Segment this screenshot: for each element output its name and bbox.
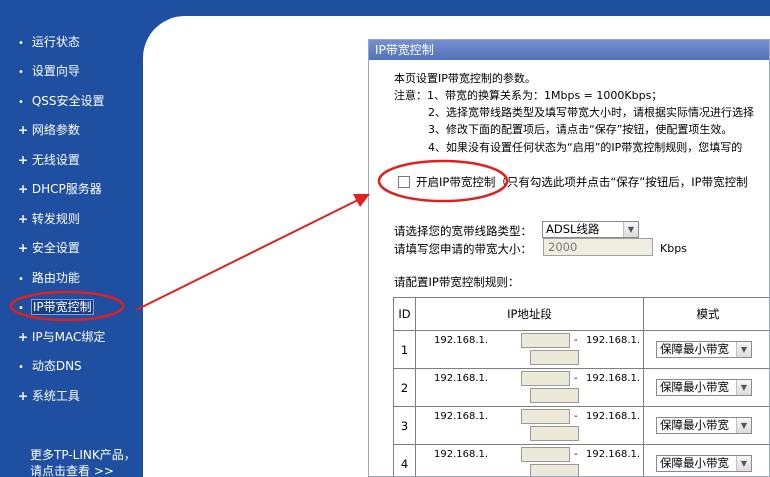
ip-end-prefix: 192.168.1. (586, 449, 641, 460)
ip-dash: - (574, 411, 578, 422)
note-4: 4、如果没有设置任何状态为“启用”的IP带宽控制规则，您填写的 (428, 141, 743, 154)
mode-cell: 保障最小带宽 ▼ (643, 444, 769, 476)
intro-text: 本页设置IP带宽控制的参数。 (394, 72, 536, 85)
ip-start-prefix: 192.168.1. (434, 335, 489, 346)
chevron-down-icon: ▼ (736, 418, 751, 433)
bullet-icon: • (18, 38, 24, 49)
bandwidth-input[interactable]: 2000 (543, 238, 653, 256)
sidebar-item-security[interactable]: + 安全设置 (18, 240, 80, 256)
ip-end-prefix: 192.168.1. (586, 373, 641, 384)
sidebar-item-setup-wizard[interactable]: • 设置向导 (18, 63, 80, 81)
bullet-icon: • (18, 97, 24, 108)
ip-dash: - (574, 335, 578, 346)
bullet-icon: • (18, 274, 24, 285)
row-id: 2 (393, 368, 416, 407)
line-type-label: 请选择您的宽带线路类型： (394, 224, 532, 238)
ip-start-prefix: 192.168.1. (434, 449, 489, 460)
sidebar-item-dhcp[interactable]: + DHCP服务器 (18, 181, 102, 197)
mode-cell: 保障最小带宽 ▼ (643, 368, 769, 407)
ip-start-input[interactable] (521, 409, 570, 424)
plus-icon: + (18, 241, 29, 255)
sidebar-item-status[interactable]: • 运行状态 (18, 34, 80, 52)
plus-icon: + (18, 330, 29, 344)
sidebar-item-system-tools[interactable]: + 系统工具 (18, 388, 80, 404)
bandwidth-label: 请填写您申请的带宽大小： (394, 242, 532, 256)
bullet-icon: • (18, 362, 24, 373)
table-row: 3 192.168.1. - 192.168.1. 保障最小带宽 ▼ (393, 406, 769, 445)
plus-icon: + (18, 182, 29, 196)
chevron-down-icon: ▼ (736, 456, 751, 471)
line-type-select[interactable]: ADSL线路 ▼ (542, 221, 639, 238)
mode-header: 模式 (643, 297, 769, 331)
mode-select[interactable]: 保障最小带宽 ▼ (656, 341, 752, 358)
mode-select[interactable]: 保障最小带宽 ▼ (656, 455, 752, 472)
sidebar-item-ip-bandwidth[interactable]: • IP带宽控制 (18, 299, 94, 317)
chevron-down-icon: ▼ (736, 342, 751, 357)
ip-end-prefix: 192.168.1. (586, 335, 641, 346)
ip-end-input[interactable] (530, 464, 579, 476)
ip-range-cell: 192.168.1. - 192.168.1. (415, 444, 644, 476)
table-header: ID IP地址段 模式 (393, 297, 769, 331)
note-1: 注意：1、带宽的换算关系为：1Mbps = 1000Kbps； (394, 89, 663, 102)
sidebar-item-qss[interactable]: • QSS安全设置 (18, 93, 105, 111)
sidebar-item-routing[interactable]: • 路由功能 (18, 270, 80, 288)
row-id: 4 (393, 444, 416, 476)
ip-range-cell: 192.168.1. - 192.168.1. (415, 330, 644, 369)
ip-start-prefix: 192.168.1. (434, 411, 489, 422)
note-3: 3、修改下面的配置项后，请点击“保存”按钮，使配置项生效。 (428, 123, 733, 136)
table-row: 1 192.168.1. - 192.168.1. 保障最小带宽 ▼ (393, 330, 769, 369)
mode-cell: 保障最小带宽 ▼ (643, 406, 769, 445)
enable-label: 开启IP带宽控制 (416, 175, 496, 189)
plus-icon: + (18, 389, 29, 403)
table-row: 4 192.168.1. - 192.168.1. 保障最小带宽 ▼ (393, 444, 769, 476)
ip-start-prefix: 192.168.1. (434, 373, 489, 384)
sidebar: • 运行状态 • 设置向导 • QSS安全设置 + 网络参数 + 无线设置 + … (0, 0, 143, 477)
plus-icon: + (18, 153, 29, 167)
bullet-icon: • (18, 67, 24, 78)
bullet-icon: • (18, 303, 24, 314)
rules-label: 请配置IP带宽控制规则： (394, 275, 520, 289)
bandwidth-control-panel: IP带宽控制 本页设置IP带宽控制的参数。 注意：1、带宽的换算关系为：1Mbp… (368, 39, 770, 477)
ip-start-input[interactable] (521, 333, 570, 348)
ip-start-input[interactable] (521, 371, 570, 386)
ip-dash: - (574, 373, 578, 384)
sidebar-item-forwarding[interactable]: + 转发规则 (18, 211, 80, 227)
mode-select[interactable]: 保障最小带宽 ▼ (656, 379, 752, 396)
enable-hint: （只有勾选此项并点击“保存”按钮后，IP带宽控制 (495, 175, 748, 189)
sidebar-item-network[interactable]: + 网络参数 (18, 122, 80, 138)
plus-icon: + (18, 123, 29, 137)
id-header: ID (393, 297, 416, 331)
panel-title: IP带宽控制 (369, 40, 769, 60)
ip-range-cell: 192.168.1. - 192.168.1. (415, 406, 644, 445)
bandwidth-unit: Kbps (660, 242, 687, 255)
rules-table: ID IP地址段 模式 1 192.168.1. - 192.168.1. 保障… (393, 297, 769, 476)
chevron-down-icon: ▼ (623, 222, 638, 237)
chevron-down-icon: ▼ (736, 380, 751, 395)
sidebar-item-ddns[interactable]: • 动态DNS (18, 358, 82, 376)
sidebar-item-wireless[interactable]: + 无线设置 (18, 152, 80, 168)
ip-end-input[interactable] (530, 388, 579, 403)
ip-range-cell: 192.168.1. - 192.168.1. (415, 368, 644, 407)
note-2: 2、选择宽带线路类型及填写带宽大小时，请根据实际情况进行选择 (428, 106, 754, 119)
ip-end-prefix: 192.168.1. (586, 411, 641, 422)
ip-end-input[interactable] (530, 350, 579, 365)
ip-dash: - (574, 449, 578, 460)
mode-cell: 保障最小带宽 ▼ (643, 330, 769, 369)
row-id: 3 (393, 406, 416, 445)
plus-icon: + (18, 212, 29, 226)
ip-start-input[interactable] (521, 447, 570, 462)
enable-checkbox[interactable] (398, 176, 410, 188)
enable-row: 开启IP带宽控制（只有勾选此项并点击“保存”按钮后，IP带宽控制 (398, 174, 748, 190)
mode-select[interactable]: 保障最小带宽 ▼ (656, 417, 752, 434)
table-row: 2 192.168.1. - 192.168.1. 保障最小带宽 ▼ (393, 368, 769, 407)
more-products-link[interactable]: 更多TP-LINK产品， 请点击查看 >> (30, 447, 136, 477)
row-id: 1 (393, 330, 416, 369)
ip-range-header: IP地址段 (415, 297, 644, 331)
ip-end-input[interactable] (530, 426, 579, 441)
sidebar-item-ip-mac[interactable]: + IP与MAC绑定 (18, 329, 105, 345)
